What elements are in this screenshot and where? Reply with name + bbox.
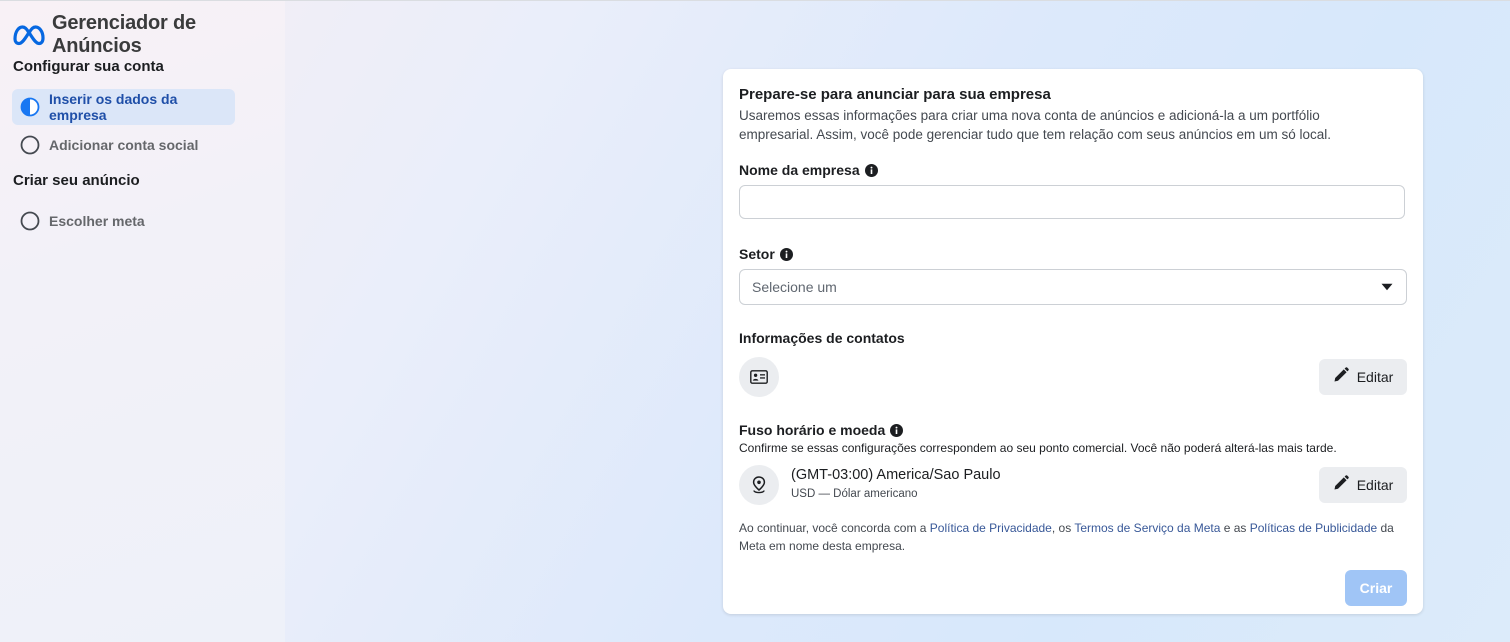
step-business-details[interactable]: Inserir os dados da empresa	[12, 89, 235, 125]
sector-label: Setor	[739, 246, 793, 262]
card-description: Usaremos essas informações para criar um…	[739, 108, 1332, 142]
app-title: Gerenciador de Anúncios	[52, 12, 196, 57]
edit-contact-button[interactable]: Editar	[1319, 359, 1407, 395]
step-label: Inserir os dados da empresa	[49, 91, 178, 123]
terms-part: , os	[1051, 521, 1075, 535]
sidebar: Gerenciador de Anúncios Configurar sua c…	[0, 1, 285, 642]
company-name-label: Nome da empresa	[739, 162, 878, 178]
edit-label: Editar	[1356, 477, 1394, 493]
brand-header: Gerenciador de Anúncios	[12, 12, 285, 57]
step-social-account[interactable]: Adicionar conta social	[12, 127, 235, 163]
currency-value: USD — Dólar americano	[791, 488, 918, 500]
contact-info-label: Informações de contatos	[739, 330, 905, 346]
business-setup-card: Prepare-se para anunciar para sua empres…	[723, 69, 1423, 614]
timezone-label-text: Fuso horário e moeda	[739, 422, 886, 438]
timezone-note: Confirme se essas configurações correspo…	[739, 441, 1337, 455]
section-title-create-ad: Criar seu anúncio	[13, 172, 140, 189]
edit-timezone-button[interactable]: Editar	[1319, 467, 1407, 503]
step-label: Adicionar conta social	[49, 137, 199, 153]
sector-label-text: Setor	[739, 246, 775, 262]
pencil-icon	[1333, 366, 1349, 388]
timezone-value: (GMT-03:00) America/Sao Paulo	[791, 467, 1001, 483]
company-name-label-text: Nome da empresa	[739, 162, 860, 178]
map-pin-icon	[739, 465, 779, 505]
terms-text: Ao continuar, você concorda com a Políti…	[739, 519, 1409, 555]
edit-label: Editar	[1356, 369, 1394, 385]
empty-circle-icon	[20, 135, 40, 155]
privacy-policy-link[interactable]: Política de Privacidade	[930, 521, 1052, 535]
id-card-icon	[739, 357, 779, 397]
step-label: Escolher meta	[49, 213, 145, 229]
info-icon[interactable]	[864, 163, 878, 177]
caret-down-icon	[1381, 283, 1393, 291]
terms-part: e as	[1220, 521, 1250, 535]
meta-logo-icon	[12, 24, 46, 46]
company-name-input[interactable]	[739, 185, 1405, 219]
sector-select-placeholder: Selecione um	[752, 279, 837, 295]
half-filled-circle-icon	[20, 97, 40, 117]
terms-part: Ao continuar, você concorda com a	[739, 521, 930, 535]
empty-circle-icon	[20, 211, 40, 231]
sector-select[interactable]: Selecione um	[739, 269, 1407, 305]
info-icon[interactable]	[890, 423, 904, 437]
section-title-setup: Configurar sua conta	[13, 58, 164, 75]
create-button[interactable]: Criar	[1345, 570, 1407, 606]
step-choose-goal[interactable]: Escolher meta	[12, 203, 235, 239]
card-title: Prepare-se para anunciar para sua empres…	[739, 86, 1051, 103]
pencil-icon	[1333, 474, 1349, 496]
info-icon[interactable]	[779, 247, 793, 261]
advertising-policies-link[interactable]: Políticas de Publicidade	[1250, 521, 1377, 535]
terms-of-service-link[interactable]: Termos de Serviço da Meta	[1074, 521, 1220, 535]
timezone-label: Fuso horário e moeda	[739, 422, 904, 438]
